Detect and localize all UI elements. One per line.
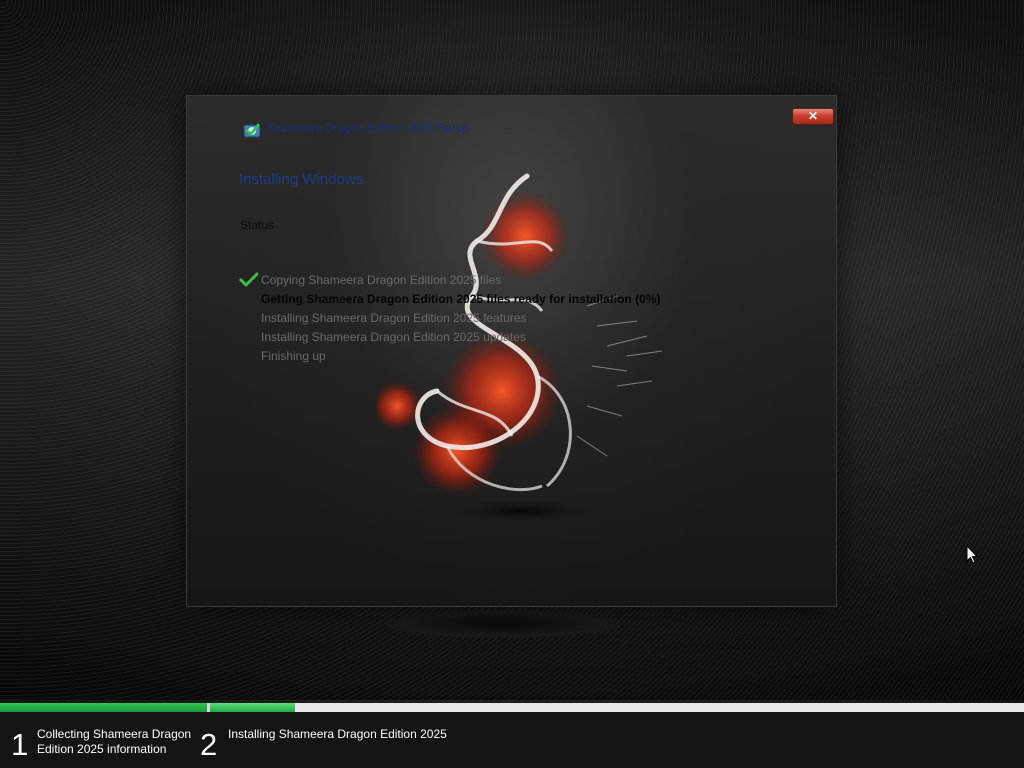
mouse-pointer-icon xyxy=(966,545,978,564)
checkmark-icon xyxy=(239,272,259,287)
close-button[interactable]: ✕ xyxy=(792,108,834,125)
step-copying-files: Copying Shameera Dragon Edition 2025 fil… xyxy=(261,273,502,287)
status-label: Status xyxy=(240,218,275,232)
stage1-progress-bar xyxy=(0,703,207,712)
step2-label: Installing Shameera Dragon Edition 2025 xyxy=(228,727,447,742)
background-shadow xyxy=(385,610,620,638)
step-finishing-up: Finishing up xyxy=(261,349,326,363)
step2-number: 2 xyxy=(200,727,218,762)
setup-window: ✕ Shameera Dragon Edition 2025 Setup Ins… xyxy=(187,96,836,606)
step-getting-files-ready: Getting Shameera Dragon Edition 2025 fil… xyxy=(261,292,661,306)
step1-label: Collecting Shameera Dragon Edition 2025 … xyxy=(37,727,191,757)
setup-disc-icon xyxy=(243,123,261,138)
stage2-progress-track xyxy=(210,703,1024,712)
page-heading: Installing Windows xyxy=(239,171,364,188)
window-title: Shameera Dragon Edition 2025 Setup xyxy=(266,121,469,135)
step-installing-updates: Installing Shameera Dragon Edition 2025 … xyxy=(261,330,526,344)
step1-label-line1: Collecting Shameera Dragon xyxy=(37,727,192,741)
dragon-artwork xyxy=(377,173,663,523)
step-installing-features: Installing Shameera Dragon Edition 2025 … xyxy=(261,311,527,325)
close-icon: ✕ xyxy=(807,109,819,123)
step2-label-line1: Installing Shameera Dragon Edition 2025 xyxy=(228,727,447,741)
step1-label-line2: Edition 2025 information xyxy=(37,742,167,756)
install-steps-list: Copying Shameera Dragon Edition 2025 fil… xyxy=(261,273,660,368)
stage2-progress-bar xyxy=(210,703,295,712)
step1-number: 1 xyxy=(11,727,29,762)
